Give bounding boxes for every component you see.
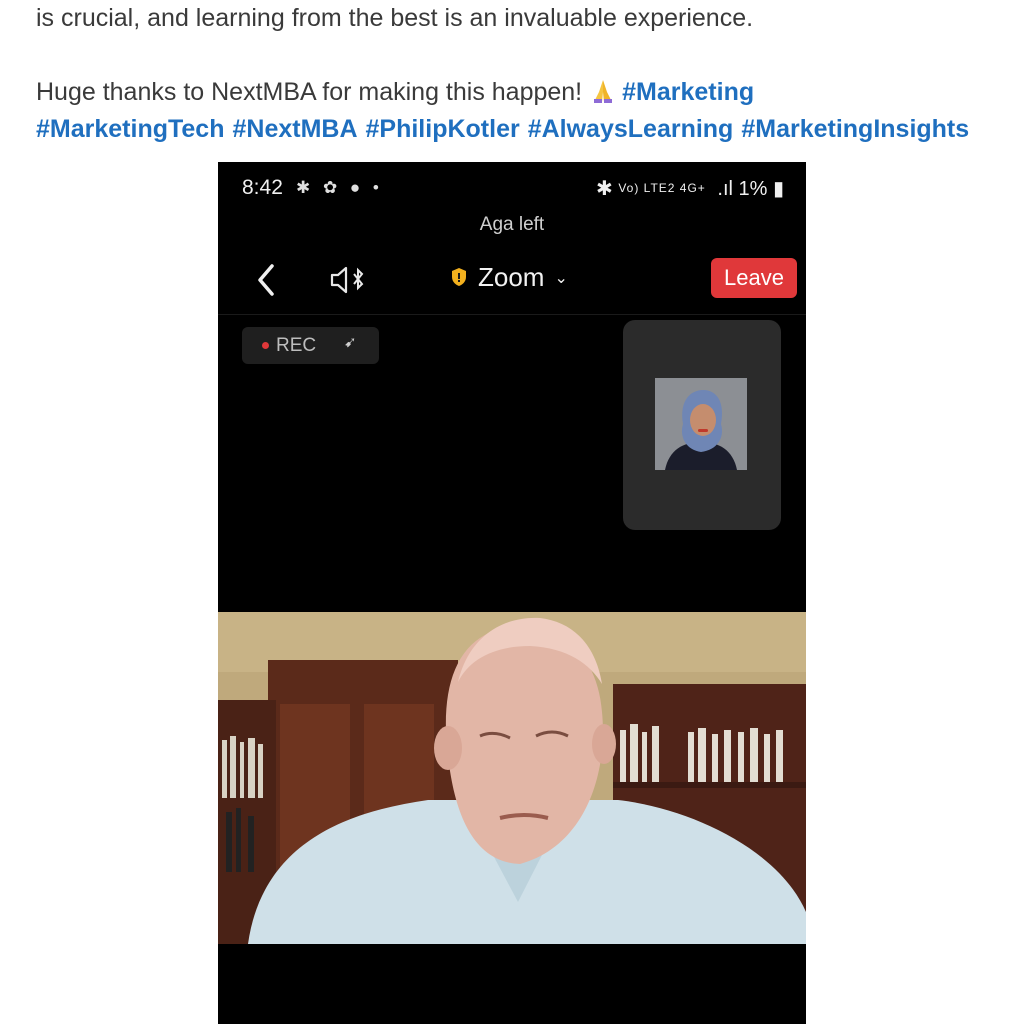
- back-chevron-icon: [258, 264, 274, 296]
- battery-icon: ▮: [772, 178, 784, 200]
- status-right: ✱ Vo) LTE2 4G+ .ıl 1% ▮: [596, 176, 784, 201]
- collapse-arrow-icon: ➹: [344, 334, 357, 351]
- post-line-2: Huge thanks to NextMBA for making this h…: [36, 74, 762, 111]
- participant-avatar: [655, 378, 747, 470]
- chevron-down-icon: ⌄: [554, 270, 568, 287]
- battery-text: 1%: [738, 178, 768, 200]
- meeting-toolbar: Zoom ⌄ Leave: [218, 250, 806, 315]
- recording-badge[interactable]: REC ➹: [242, 327, 379, 364]
- hashtag-marketing[interactable]: #Marketing: [622, 78, 754, 106]
- recording-dot-icon: [262, 342, 269, 349]
- status-time: 8:42: [242, 176, 283, 199]
- active-speaker-video: [218, 612, 806, 944]
- signal-icon: .ıl: [717, 178, 739, 200]
- hashtag-philipkotler[interactable]: #PhilipKotler: [366, 115, 520, 143]
- participant-left-notice: Aga left: [479, 214, 545, 235]
- meeting-title-dropdown[interactable]: Zoom ⌄: [450, 262, 568, 293]
- back-button[interactable]: [252, 260, 282, 300]
- network-label: Vo) LTE2 4G+: [618, 181, 706, 195]
- hashtag-marketinginsights[interactable]: #MarketingInsights: [741, 115, 969, 143]
- status-left-icons: ✱ ✿ ● •: [296, 178, 383, 197]
- recording-label: REC: [276, 335, 317, 356]
- hashtag-alwayslearning[interactable]: #AlwaysLearning: [528, 115, 734, 143]
- audio-output-button[interactable]: [328, 264, 368, 296]
- speaker-video-frame: [218, 612, 806, 944]
- thanks-text: Huge thanks to NextMBA for making this h…: [36, 78, 583, 106]
- shield-icon: [450, 263, 468, 286]
- folded-hands-emoji-icon: [590, 78, 616, 104]
- bluetooth-icon: ✱: [596, 178, 619, 200]
- meeting-title: Zoom: [478, 262, 545, 292]
- leave-button[interactable]: Leave: [711, 258, 797, 298]
- hashtag-nextmba[interactable]: #NextMBA: [232, 115, 357, 143]
- status-bar: 8:42 ✱ ✿ ● • ✱ Vo) LTE2 4G+ .ıl 1% ▮: [218, 162, 806, 212]
- post-line-3: #MarketingTech #NextMBA #PhilipKotler #Alwa…: [36, 111, 977, 148]
- participant-thumbnail[interactable]: [623, 320, 781, 530]
- speaker-bluetooth-icon: [330, 266, 364, 294]
- hashtag-marketingtech[interactable]: #MarketingTech: [36, 115, 224, 143]
- zoom-screenshot: 8:42 ✱ ✿ ● • ✱ Vo) LTE2 4G+ .ıl 1% ▮ Aga…: [218, 162, 806, 1024]
- post-line-1: is crucial, and learning from the best i…: [36, 4, 754, 32]
